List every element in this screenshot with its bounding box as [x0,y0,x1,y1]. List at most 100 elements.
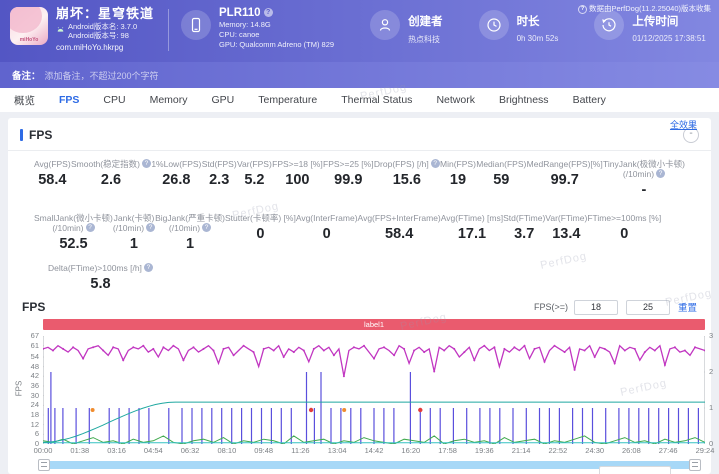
upload-time-label: 上传时间 [632,13,705,29]
tab-gpu[interactable]: GPU [200,94,247,106]
header-divider [168,9,169,51]
device-memory: Memory: 14.8G [219,20,334,30]
stat-label: Std(FPS) [202,159,237,169]
stat-cell: Median(FPS)59 [476,159,526,199]
x-tick: 29:24 [696,446,715,455]
note-bar[interactable]: 备注： 添加备注，不超过200个字符 [0,62,719,88]
creator-value: 热点科技 [408,34,443,45]
stat-label: Smooth(稳定指数)? [71,159,151,169]
stat-cell: BigJank(严重卡顿)(/10min)?1 [155,213,225,253]
tab-network[interactable]: Network [424,94,487,106]
stat-value: 13.4 [545,226,587,243]
stat-cell: Drop(FPS) [/h]?15.6 [374,159,440,199]
stat-label: MedRange(FPS)[%] [527,159,603,169]
upload-time-value: 01/12/2025 17:38:51 [632,34,705,43]
y-tick: 12 [17,421,39,429]
stat-label: 1%Low(FPS) [151,159,201,169]
tab-battery[interactable]: Battery [561,94,618,106]
stat-value: 2.6 [71,172,151,189]
duration-label: 时长 [517,13,559,29]
note-label: 备注： [12,68,41,82]
info-icon[interactable]: ? [144,263,153,272]
info-icon[interactable]: ? [656,169,665,178]
x-tick: 04:54 [144,446,163,455]
x-tick: 06:32 [181,446,200,455]
tab-brightness[interactable]: Brightness [487,94,561,106]
stat-label: SmallJank(微小卡顿) [34,213,113,223]
history-clock-icon [594,10,624,40]
tab-fps[interactable]: FPS [47,94,91,106]
stat-value: 59 [476,172,526,189]
stat-cell: Avg(FTime) [ms]17.1 [441,213,503,253]
y-tick: 61 [17,342,39,350]
stat-value: 2.3 [202,172,237,189]
x-tick: 00:00 [34,446,53,455]
stat-value: 0 [225,226,296,243]
perfdog-report-page: miHoYo 崩坏：星穹铁道 Android版本名: 3.7.0 Android… [0,0,719,474]
cutoff-box [599,466,671,474]
zoom-handle-left[interactable] [38,459,50,471]
device-info-icon[interactable]: ? [264,8,273,17]
stat-label: Min(FPS) [440,159,476,169]
stat-value: 5.2 [237,172,272,189]
stat-value: 52.5 [34,236,113,253]
zoom-track[interactable] [44,461,693,469]
x-tick: 13:04 [328,446,347,455]
stat-cell: 1%Low(FPS)26.8 [151,159,201,199]
fps-panel: FPS - Avg(FPS)58.4Smooth(稳定指数)?2.61%Low(… [8,118,711,474]
app-meta: 崩坏：星穹铁道 Android版本名: 3.7.0 Android版本号: 98… [56,7,154,52]
y-tick: 67 [17,332,39,340]
stat-label: Jank(卡顿) [113,213,155,223]
stat-cell: Min(FPS)19 [440,159,476,199]
stats-row-2: SmallJank(微小卡顿)(/10min)?52.5Jank(卡顿)(/10… [8,199,711,253]
stat-cell: Var(FTime)13.4 [545,213,587,253]
x-tick: 17:58 [438,446,457,455]
tab-cpu[interactable]: CPU [91,94,137,106]
stat-sublabel: (/10min)? [34,223,113,233]
fps-threshold-input-2[interactable] [626,300,670,315]
stat-cell: Avg(FPS)58.4 [34,159,71,199]
info-icon[interactable]: ? [142,159,151,168]
tab-memory[interactable]: Memory [138,94,200,106]
x-tick: 03:16 [107,446,126,455]
tab-概览[interactable]: 概览 [2,93,47,108]
chart-label-banner: label1 [43,319,705,330]
info-icon[interactable]: ? [202,223,211,232]
creator-block: 创建者 热点科技 [370,7,443,45]
tab-temperature[interactable]: Temperature [246,94,329,106]
duration-value: 0h 30m 52s [517,34,559,43]
y-tick: 54 [17,353,39,361]
x-tick: 22:52 [549,446,568,455]
creator-label: 创建者 [408,13,443,29]
chart-section-title: FPS [22,300,45,314]
stat-value: 5.8 [48,276,153,293]
tab-thermal-status[interactable]: Thermal Status [329,94,424,106]
stats-row-1: Avg(FPS)58.4Smooth(稳定指数)? 2.61%Low(FPS)26… [8,151,711,199]
device-cpu: CPU: canoe [219,30,334,40]
all-effect-link[interactable]: 全效果 [670,118,697,470]
info-icon[interactable]: ? [86,223,95,232]
header-bar: miHoYo 崩坏：星穹铁道 Android版本名: 3.7.0 Android… [0,0,719,62]
stat-value: 58.4 [358,226,441,243]
title-accent-bar [20,129,23,141]
y-tick: 48 [17,363,39,371]
stat-cell: Jank(卡顿)(/10min)?1 [113,213,155,253]
x-tick: 09:48 [254,446,273,455]
fps-chart-canvas[interactable] [43,336,705,444]
phone-icon [181,10,211,40]
stat-label: Avg(FPS+InterFrame) [358,213,441,223]
stat-sublabel: (/10min)? [113,223,155,233]
content-area: FPS - Avg(FPS)58.4Smooth(稳定指数)?2.61%Low(… [0,112,719,474]
fps-threshold-label: FPS(>=) [534,302,568,312]
stat-label: FPS>=18 [%] [272,159,323,169]
stat-cell: Std(FTime)3.7 [503,213,545,253]
y-tick: 6 [17,430,39,438]
fps-chart[interactable]: FPS Jank 67615448423630241812603210 [43,336,705,444]
stat-cell: FPS>=18 [%]100 [272,159,323,199]
info-icon[interactable]: ? [431,159,440,168]
stat-cell: Smooth(稳定指数)? 2.6 [71,159,151,199]
x-tick: 01:38 [70,446,89,455]
stat-cell: Delta(FTime)>100ms [/h]?5.8 [48,263,153,293]
fps-threshold-input-1[interactable] [574,300,618,315]
info-icon[interactable]: ? [146,223,155,232]
